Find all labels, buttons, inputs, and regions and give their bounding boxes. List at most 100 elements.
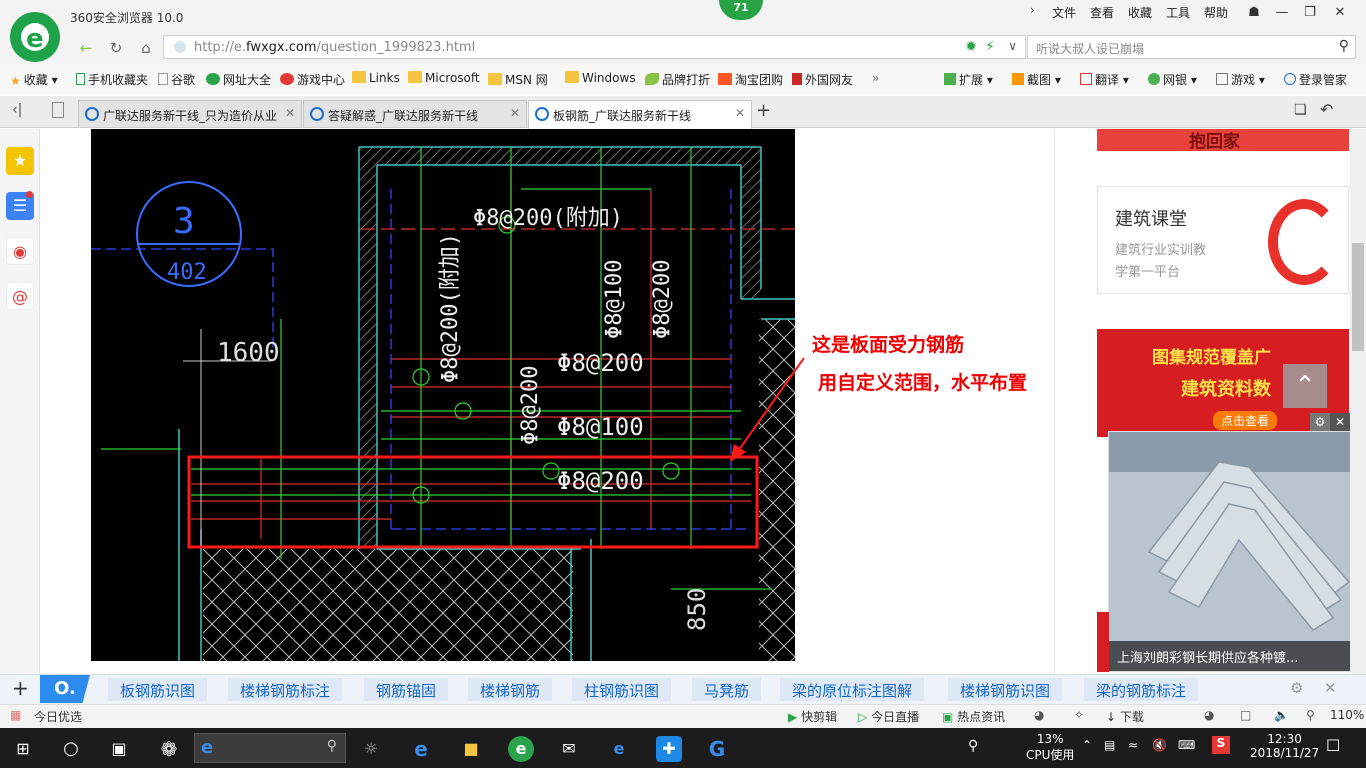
toolbar-extensions[interactable]: 扩展 ▾ <box>944 71 993 88</box>
keyword-link[interactable]: 楼梯钢筋标注 <box>228 678 343 701</box>
bookmark-links[interactable]: Links <box>352 71 400 85</box>
search-logo-icon[interactable]: O. <box>40 675 90 703</box>
zoom-level[interactable]: 110% <box>1330 708 1364 722</box>
ad-popup[interactable]: 上海刘朗彩钢长期供应各种镀... <box>1108 431 1352 672</box>
home-button[interactable]: ⌂ <box>134 37 158 59</box>
menu-favorites[interactable]: 收藏 <box>1128 4 1152 21</box>
new-tab-button[interactable]: + <box>756 100 771 121</box>
browser-360-icon[interactable]: e <box>508 736 534 762</box>
tray-chevron-up-icon[interactable]: ⌃ <box>1082 738 1092 752</box>
search-input[interactable]: 听说大叔人设已崩塌 ⚲ <box>1027 35 1356 59</box>
people-icon[interactable]: ⚲ <box>968 738 978 754</box>
gift-icon[interactable]: ▦ <box>10 708 21 722</box>
guanglianda-icon[interactable]: G <box>704 736 730 762</box>
scrollbar-thumb[interactable] <box>1352 243 1364 351</box>
keyword-link[interactable]: 马凳筋 <box>692 678 762 701</box>
tab-list-icon[interactable]: ❏ <box>1294 102 1307 118</box>
menu-help[interactable]: 帮助 <box>1204 4 1228 21</box>
tab-slab-rebar[interactable]: 板钢筋_广联达服务新干线 ✕ <box>528 100 752 129</box>
tab-close-icon[interactable]: ✕ <box>285 106 295 120</box>
input-method-icon[interactable]: S <box>1212 736 1230 754</box>
bookmark-microsoft[interactable]: Microsoft <box>408 71 480 85</box>
close-icon[interactable]: ✕ <box>1324 679 1337 697</box>
popup-close-icon[interactable]: ✕ <box>1330 413 1350 431</box>
popup-settings-icon[interactable]: ⚙ <box>1310 413 1330 431</box>
menu-file[interactable]: 文件 <box>1052 4 1076 21</box>
email-icon[interactable]: @ <box>6 282 34 310</box>
tray-app-icon[interactable]: ☼ <box>358 736 384 762</box>
more-bookmarks-icon[interactable]: » <box>872 71 879 85</box>
bookmark-taobao[interactable]: 淘宝团购 <box>718 71 783 88</box>
sidebar-toggle-icon[interactable]: ‹| <box>12 102 22 118</box>
speed-icon[interactable]: ◕ <box>1034 708 1044 722</box>
volume-icon[interactable]: 🔈 <box>1274 708 1289 722</box>
app-fan-icon[interactable]: ❁ <box>156 736 182 762</box>
mail-icon[interactable]: ✉ <box>556 736 582 762</box>
tab-qa[interactable]: 答疑解惑_广联达服务新干线 ✕ <box>303 100 527 127</box>
chevron-right-icon[interactable]: › <box>1030 3 1035 17</box>
action-center-icon[interactable]: ☐ <box>1326 736 1340 755</box>
restore-button[interactable]: ❐ <box>1296 2 1324 24</box>
keyword-link[interactable]: 梁的钢筋标注 <box>1084 678 1199 701</box>
address-bar[interactable]: http://e.fwxgx.com/question_1999823.html… <box>163 35 1026 59</box>
back-button[interactable]: ← <box>74 37 98 59</box>
status-clip[interactable]: ▶ 快剪辑 <box>788 708 837 725</box>
app-plus-icon[interactable]: ✚ <box>656 736 682 762</box>
browser-logo-icon[interactable]: e <box>10 12 60 62</box>
task-view-icon[interactable]: ▣ <box>106 736 132 762</box>
edge-icon[interactable]: e <box>606 736 632 762</box>
bookmark-favorites[interactable]: ★ 收藏 ▾ <box>10 71 58 88</box>
refresh-button[interactable]: ↻ <box>104 37 128 59</box>
keyword-link[interactable]: 楼梯钢筋识图 <box>948 678 1063 701</box>
ad-course[interactable]: 建筑课堂 建筑行业实训教 学第一平台 <box>1097 186 1349 294</box>
ad-promo-cta[interactable]: 点击查看 <box>1213 411 1278 430</box>
weibo-icon[interactable]: ◉ <box>6 237 34 265</box>
toolbar-translate[interactable]: 翻译 ▾ <box>1080 71 1129 88</box>
bookmark-windows[interactable]: Windows <box>565 71 636 85</box>
lightning-icon[interactable]: ⚡ <box>985 39 995 55</box>
bookmark-mobile[interactable]: 手机收藏夹 <box>76 71 148 88</box>
window-icon[interactable]: □ <box>1240 708 1251 722</box>
keyboard-icon[interactable]: ⌨ <box>1178 738 1195 752</box>
wifi-icon[interactable]: ≈ <box>1128 738 1138 752</box>
keyword-link[interactable]: 楼梯钢筋 <box>468 678 553 701</box>
bookmark-msn[interactable]: MSN 网 <box>488 71 548 88</box>
bookmark-foreign[interactable]: 外国网友 <box>792 71 853 88</box>
network-icon[interactable]: ▤ <box>1104 738 1115 752</box>
keyword-link[interactable]: 钢筋锚固 <box>364 678 449 701</box>
undo-close-icon[interactable]: ↶ <box>1320 100 1333 119</box>
ad-banner-top[interactable]: 抱回家 <box>1097 129 1349 152</box>
keyword-link[interactable]: 柱钢筋识图 <box>572 678 672 701</box>
menu-view[interactable]: 查看 <box>1090 4 1114 21</box>
status-download[interactable]: ↓ 下载 <box>1106 708 1144 725</box>
toolbar-bank[interactable]: 网银 ▾ <box>1148 71 1197 88</box>
tab-guanglianda-home[interactable]: 广联达服务新干线_只为造价从业 ✕ <box>78 100 302 127</box>
vertical-scrollbar[interactable] <box>1350 129 1366 674</box>
close-button[interactable]: ✕ <box>1326 2 1354 24</box>
security-icon[interactable]: ✹ <box>965 39 977 55</box>
toolbar-screenshot[interactable]: 截图 ▾ <box>1012 71 1061 88</box>
bookmark-google[interactable]: 谷歌 <box>158 71 195 88</box>
search-icon[interactable]: ⚲ <box>1339 38 1349 54</box>
chevron-down-icon[interactable]: ∨ <box>1008 39 1017 53</box>
bookmark-game-center[interactable]: 游戏中心 <box>280 71 345 88</box>
back-to-top-button[interactable]: ⌃ <box>1283 364 1327 408</box>
status-news[interactable]: ▣ 热点资讯 <box>942 708 1005 725</box>
minimize-button[interactable]: — <box>1268 2 1296 24</box>
system-clock[interactable]: 12:30 2018/11/27 <box>1250 732 1319 760</box>
bookmark-brand[interactable]: 品牌打折 <box>645 71 710 88</box>
add-icon[interactable]: + <box>12 676 29 700</box>
tab-close-icon[interactable]: ✕ <box>735 106 745 120</box>
windows-start-icon[interactable]: ⊞ <box>10 736 36 762</box>
favorites-star-icon[interactable]: ★ <box>6 147 34 175</box>
taskbar-search[interactable]: e ⚲ <box>194 733 346 763</box>
pin-icon[interactable]: ✧ <box>1074 708 1084 722</box>
status-live[interactable]: ▷ 今日直播 <box>858 708 919 725</box>
bookmark-hao[interactable]: 网址大全 <box>206 71 271 88</box>
cortana-icon[interactable]: ○ <box>58 736 84 762</box>
file-explorer-icon[interactable]: ■ <box>458 736 484 762</box>
settings-icon[interactable]: ⚙ <box>1290 679 1303 697</box>
menu-tools[interactable]: 工具 <box>1166 4 1190 21</box>
url-text[interactable]: http://e.fwxgx.com/question_1999823.html <box>194 40 475 55</box>
toolbar-games[interactable]: 游戏 ▾ <box>1216 71 1265 88</box>
